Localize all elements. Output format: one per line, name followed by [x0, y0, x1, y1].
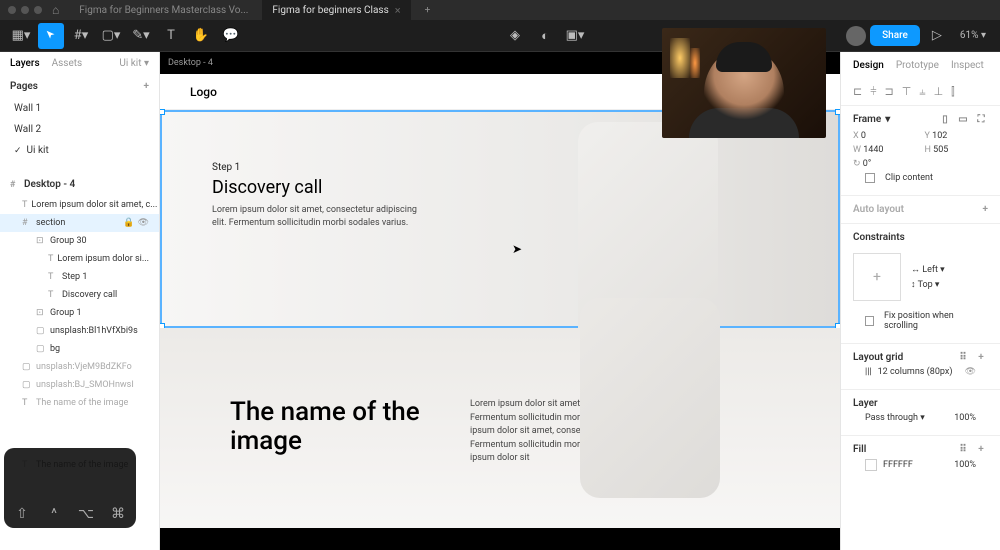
align-controls[interactable]: ⊏⫩⊐⊤⫨⊥⫿: [841, 79, 1000, 105]
layer-item[interactable]: TStep 1: [0, 268, 159, 286]
pen-tool[interactable]: ✎▾: [128, 23, 154, 49]
add-page-button[interactable]: +: [144, 81, 150, 92]
new-tab-button[interactable]: +: [415, 1, 441, 20]
shape-tool[interactable]: ▢▾: [98, 23, 124, 49]
rotation-input[interactable]: 0°: [863, 159, 871, 169]
constraint-widget[interactable]: [853, 253, 901, 301]
tab-inspect[interactable]: Inspect: [951, 60, 984, 71]
comment-tool[interactable]: 💬: [218, 23, 244, 49]
layer-item[interactable]: TDiscovery call: [0, 286, 159, 304]
layer-item[interactable]: TThe name of the image: [0, 394, 159, 412]
window-controls[interactable]: [8, 6, 42, 14]
lock-icon[interactable]: 🔒: [123, 218, 134, 228]
frame-tool[interactable]: #▾: [68, 23, 94, 49]
eye-icon[interactable]: 👁: [138, 218, 149, 228]
page-item[interactable]: Wall 1: [0, 98, 159, 119]
frame-section[interactable]: Frame: [853, 114, 881, 125]
tab-uikit[interactable]: Ui kit ▾: [119, 58, 149, 69]
w-input[interactable]: 1440: [863, 145, 883, 155]
fix-checkbox[interactable]: [865, 316, 874, 326]
tab-layers[interactable]: Layers: [10, 58, 40, 69]
zoom-level[interactable]: 61% ▾: [954, 30, 992, 41]
page-item[interactable]: Wall 2: [0, 119, 159, 140]
layer-item[interactable]: #section🔒👁: [0, 214, 159, 232]
style-icon[interactable]: ⠿: [956, 444, 970, 455]
fill-section: Fill: [853, 444, 866, 455]
page-item[interactable]: Ui kit: [0, 140, 159, 161]
layer-section: Layer: [853, 398, 988, 409]
hero-section[interactable]: Step 1 Discovery call Lorem ipsum dolor …: [160, 110, 840, 328]
section-title: The name of the image: [230, 398, 430, 528]
layer-item[interactable]: ▢unsplash:BJ_SMOHnwsI: [0, 376, 159, 394]
layer-item[interactable]: TLorem ipsum dolor sit amet, c...: [0, 196, 159, 214]
clip-checkbox[interactable]: [865, 173, 875, 183]
layer-item[interactable]: ▢unsplash:VjeM9BdZKFo: [0, 358, 159, 376]
frame-label[interactable]: Desktop - 4: [168, 58, 213, 68]
component-icon[interactable]: ◈: [502, 23, 528, 49]
layoutgrid-section: Layout grid: [853, 352, 903, 363]
shortcut-overlay: ⇧ ^ ⌥ ⌘: [4, 448, 136, 528]
eye-icon[interactable]: 👁: [965, 367, 976, 377]
add-grid-button[interactable]: +: [974, 352, 988, 363]
pages-header: Pages: [10, 81, 38, 92]
blend-mode[interactable]: Pass through ▾: [865, 413, 925, 423]
tab-file-1[interactable]: Figma for Beginners Masterclass Vo...: [69, 1, 258, 20]
autolayout-section[interactable]: Auto layout: [853, 204, 904, 215]
avatar[interactable]: [846, 26, 866, 46]
tab-design[interactable]: Design: [853, 60, 884, 71]
cursor-icon: ➤: [512, 242, 522, 256]
layer-item[interactable]: TLorem ipsum dolor si...: [0, 250, 159, 268]
tab-assets[interactable]: Assets: [52, 58, 83, 69]
content-section: The name of the image Lorem ipsum dolor …: [160, 328, 840, 528]
phone-mockup: [580, 298, 720, 498]
presenter-video: [662, 28, 826, 138]
h-input[interactable]: 505: [933, 145, 948, 155]
home-icon[interactable]: ⌂: [46, 3, 65, 17]
text-tool[interactable]: T: [158, 23, 184, 49]
orientation-icon[interactable]: ▯: [938, 114, 952, 125]
constraint-h[interactable]: ↔ Left ▾: [911, 264, 945, 275]
tab-prototype[interactable]: Prototype: [896, 60, 939, 71]
resize-handle[interactable]: [160, 109, 165, 115]
grid-icon: |||: [865, 367, 872, 377]
x-input[interactable]: 0: [861, 131, 866, 141]
tab-file-2[interactable]: Figma for beginners Class×: [262, 0, 410, 21]
layer-item[interactable]: ⊡Group 30: [0, 232, 159, 250]
layer-item[interactable]: ⊡Group 1: [0, 304, 159, 322]
logo-text: Logo: [190, 85, 217, 99]
constraints-section: Constraints: [853, 232, 988, 243]
layer-item[interactable]: ▢bg: [0, 340, 159, 358]
opacity-input[interactable]: 100%: [954, 413, 976, 423]
resize-icon[interactable]: ⛶: [974, 114, 988, 125]
frame-header[interactable]: #Desktop - 4: [0, 173, 159, 196]
toolbar: ▦▾ #▾ ▢▾ ✎▾ T ✋ 💬 ◈ ◐ ▣▾ Share ▷ 61% ▾: [0, 20, 1000, 52]
close-icon[interactable]: ×: [395, 4, 401, 17]
constraint-v[interactable]: ↕ Top ▾: [911, 279, 945, 290]
color-swatch[interactable]: [865, 459, 877, 471]
present-button[interactable]: ▷: [924, 23, 950, 49]
fill-hex[interactable]: FFFFFF: [883, 460, 913, 470]
orientation-icon[interactable]: ▭: [956, 114, 970, 125]
move-tool[interactable]: [38, 23, 64, 49]
inspector-panel: Design Prototype Inspect ⊏⫩⊐⊤⫨⊥⫿ Frame ▾…: [840, 52, 1000, 550]
add-fill-button[interactable]: +: [974, 444, 988, 455]
title-bar: ⌂ Figma for Beginners Masterclass Vo... …: [0, 0, 1000, 20]
command-icon: ⌘: [106, 506, 130, 522]
style-icon[interactable]: ⠿: [956, 352, 970, 363]
layer-item[interactable]: ▢unsplash:Bl1hVfXbi9s: [0, 322, 159, 340]
resize-handle[interactable]: [835, 109, 840, 115]
add-autolayout-button[interactable]: +: [983, 204, 989, 215]
fill-opacity[interactable]: 100%: [954, 460, 976, 470]
y-input[interactable]: 102: [932, 131, 947, 141]
boolean-icon[interactable]: ▣▾: [562, 23, 588, 49]
hand-tool[interactable]: ✋: [188, 23, 214, 49]
shift-icon: ⇧: [10, 506, 34, 522]
share-button[interactable]: Share: [870, 25, 920, 46]
hero-body: Lorem ipsum dolor sit amet, consectetur …: [212, 204, 432, 229]
mask-icon[interactable]: ◐: [532, 23, 558, 49]
option-icon: ⌥: [74, 506, 98, 522]
grid-label[interactable]: 12 columns (80px): [878, 367, 953, 377]
ctrl-icon: ^: [42, 506, 66, 522]
menu-button[interactable]: ▦▾: [8, 23, 34, 49]
